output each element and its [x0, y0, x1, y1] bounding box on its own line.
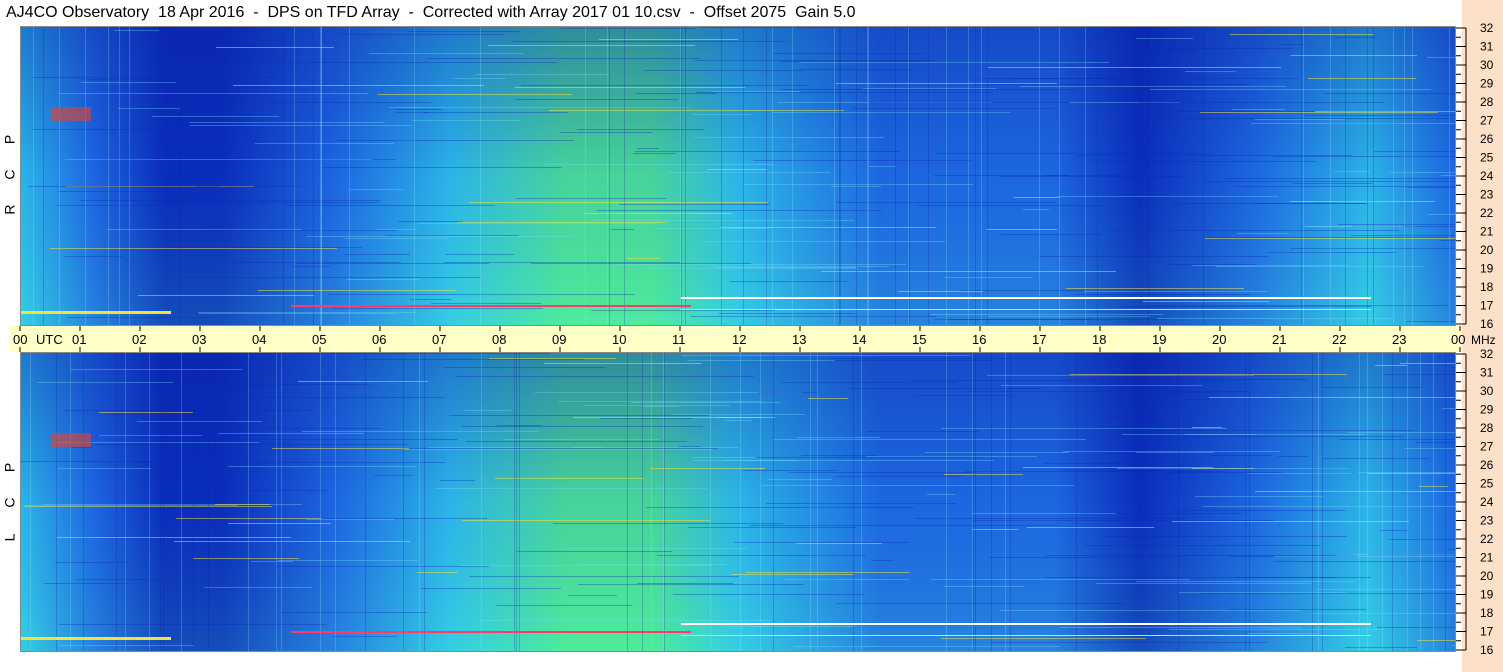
- mhz-tick-label: 17: [1480, 299, 1494, 313]
- mhz-tick-label: 16: [1480, 643, 1494, 657]
- utc-tick-label: 03: [192, 332, 206, 347]
- utc-tick-label: 21: [1272, 332, 1286, 347]
- utc-tick-label: 23: [1392, 332, 1406, 347]
- mhz-tick-label: 30: [1480, 58, 1494, 72]
- utc-tick-label: 12: [732, 332, 746, 347]
- mhz-tick-label: 24: [1480, 169, 1494, 183]
- utc-tick-label: 17: [1032, 332, 1046, 347]
- mhz-tick-label: 31: [1480, 366, 1494, 380]
- mhz-tick-label: 23: [1480, 514, 1494, 528]
- axes-overlay: 00 01 02 03 04 05 06 07 08 09 10 11 12 13 14 15 16 17 18 19…: [13, 21, 1496, 657]
- mhz-tick-label: 22: [1480, 206, 1494, 220]
- utc-tick-label: 16: [972, 332, 986, 347]
- utc-tick-label: 20: [1212, 332, 1226, 347]
- mhz-tick-label: 23: [1480, 188, 1494, 202]
- mhz-tick-label: 25: [1480, 151, 1494, 165]
- mhz-tick-label: 29: [1480, 403, 1494, 417]
- mhz-tick-label: 27: [1480, 114, 1494, 128]
- utc-tick-label: 05: [312, 332, 326, 347]
- mhz-tick-label: 28: [1480, 95, 1494, 109]
- mhz-axis-label: MHz: [1471, 333, 1496, 347]
- utc-tick-label: 00: [13, 332, 27, 347]
- utc-tick-label: 13: [792, 332, 806, 347]
- mhz-tick-label: 21: [1480, 551, 1494, 565]
- mhz-tick-label: 20: [1480, 569, 1494, 583]
- mhz-tick-label: 26: [1480, 458, 1494, 472]
- mhz-tick-label: 30: [1480, 384, 1494, 398]
- mhz-tick-label: 32: [1480, 347, 1494, 361]
- mhz-tick-label: 20: [1480, 243, 1494, 257]
- utc-axis-label: UTC: [36, 332, 63, 347]
- utc-tick-label: 15: [912, 332, 926, 347]
- mhz-tick-label: 27: [1480, 440, 1494, 454]
- utc-tick-label: 02: [132, 332, 146, 347]
- utc-tick-label: 08: [492, 332, 506, 347]
- mhz-tick-label: 32: [1480, 21, 1494, 35]
- utc-tick-label: 01: [72, 332, 86, 347]
- mhz-tick-label: 31: [1480, 40, 1494, 54]
- utc-tick-label: 10: [612, 332, 626, 347]
- utc-tick-label: 11: [672, 332, 686, 347]
- mhz-tick-label: 17: [1480, 625, 1494, 639]
- mhz-tick-label: 24: [1480, 495, 1494, 509]
- utc-tick-label: 04: [252, 332, 266, 347]
- utc-tick-label: 09: [552, 332, 566, 347]
- utc-tick-label: 19: [1152, 332, 1166, 347]
- utc-tick-label: 22: [1332, 332, 1346, 347]
- utc-tick-label: 18: [1092, 332, 1106, 347]
- mhz-tick-label: 16: [1480, 317, 1494, 331]
- mhz-tick-label: 18: [1480, 606, 1494, 620]
- utc-tick-label: 06: [372, 332, 386, 347]
- mhz-tick-label: 25: [1480, 477, 1494, 491]
- mhz-tick-label: 28: [1480, 421, 1494, 435]
- mhz-tick-label: 19: [1480, 262, 1494, 276]
- utc-tick-label: 07: [432, 332, 446, 347]
- mhz-tick-label: 22: [1480, 532, 1494, 546]
- mhz-tick-label: 21: [1480, 225, 1494, 239]
- utc-tick-label: 14: [852, 332, 866, 347]
- utc-tick-label: 00: [1451, 332, 1465, 347]
- mhz-tick-label: 26: [1480, 132, 1494, 146]
- mhz-tick-label: 18: [1480, 280, 1494, 294]
- mhz-tick-label: 19: [1480, 588, 1494, 602]
- mhz-tick-label: 29: [1480, 77, 1494, 91]
